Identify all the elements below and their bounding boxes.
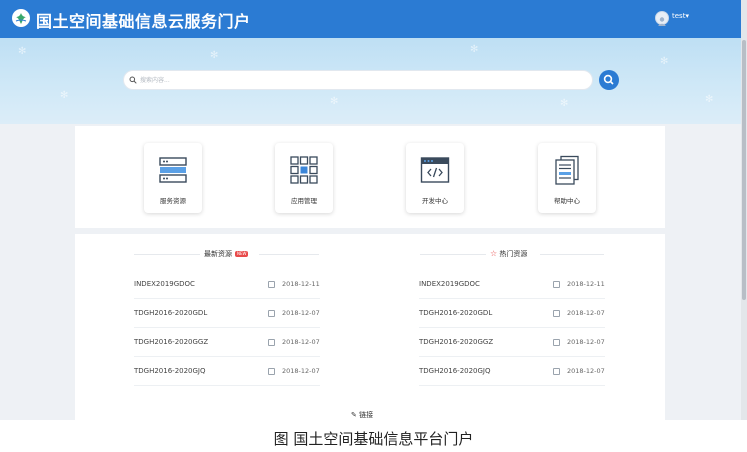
resource-date: 2018-12-07 [567,309,605,317]
hot-list-item[interactable]: TDGH2016-2020GJQ 2018-12-07 [419,357,605,386]
chevron-down-icon: ▾ [685,12,689,20]
header-rule [259,254,319,255]
screenshot: 国土空间基础信息云服务门户 test▾ ✻ ✻ ✻ ✻ ✻ ✻ ✻ ✻ 搜索内容… [0,0,747,420]
resource-date: 2018-12-07 [282,309,320,317]
tile-help-center[interactable]: 帮助中心 [538,143,596,213]
server-icon [159,157,187,183]
snowflake-decoration-icon: ✻ [470,44,479,55]
new-badge: NEW [235,251,249,257]
calendar-icon [268,368,275,375]
top-bar: 国土空间基础信息云服务门户 test▾ [0,0,741,38]
app-title: 国土空间基础信息云服务门户 [36,12,251,31]
grid-icon [290,156,318,184]
search-input[interactable] [140,74,580,87]
tile-service-resources[interactable]: 服务资源 [144,143,202,213]
resource-name: TDGH2016-2020GDL [419,309,493,317]
links-section-title: ✎ 链接 [351,410,373,420]
resource-date: 2018-12-07 [567,367,605,375]
resource-name: TDGH2016-2020GDL [134,309,208,317]
calendar-icon [553,281,560,288]
scrollbar[interactable] [741,0,747,420]
calendar-icon [553,339,560,346]
hero-banner: ✻ ✻ ✻ ✻ ✻ ✻ ✻ ✻ [0,38,741,124]
user-avatar-icon[interactable] [655,11,669,26]
latest-list-item[interactable]: TDGH2016-2020GDL 2018-12-07 [134,299,320,328]
scrollbar-thumb[interactable] [742,40,746,300]
snowflake-decoration-icon: ✻ [705,94,714,105]
resource-name: TDGH2016-2020GGZ [419,338,494,346]
search-icon [129,76,137,84]
hot-list-item[interactable]: TDGH2016-2020GDL 2018-12-07 [419,299,605,328]
tile-label: 帮助中心 [554,197,580,205]
snowflake-decoration-icon: ✻ [210,50,219,61]
calendar-icon [268,310,275,317]
snowflake-decoration-icon: ✻ [60,90,69,101]
resource-date: 2018-12-07 [567,338,605,346]
latest-title-text: 最新资源 [204,250,232,258]
calendar-icon [268,281,275,288]
resource-name: TDGH2016-2020GJQ [134,367,206,375]
hot-resources-title: ☆ 热门资源 [490,249,527,259]
calendar-icon [553,310,560,317]
search-button[interactable] [599,70,619,90]
links-label: 链接 [359,411,374,419]
hot-list-item[interactable]: INDEX2019GDOC 2018-12-11 [419,270,605,299]
user-menu[interactable]: test▾ [672,12,689,20]
hot-list-item[interactable]: TDGH2016-2020GGZ 2018-12-07 [419,328,605,357]
resource-date: 2018-12-07 [282,338,320,346]
resource-date: 2018-12-11 [282,280,320,288]
search-box[interactable] [123,70,593,90]
tile-app-management[interactable]: 应用管理 [275,143,333,213]
calendar-icon [268,339,275,346]
tile-label: 服务资源 [160,197,186,205]
user-name: test [672,12,686,20]
search-icon [603,74,614,85]
star-icon: ☆ [490,249,498,258]
header-rule [134,254,200,255]
logo-icon[interactable] [12,9,30,27]
resource-date: 2018-12-11 [567,280,605,288]
snowflake-decoration-icon: ✻ [330,96,339,107]
snowflake-decoration-icon: ✻ [18,46,27,57]
resource-date: 2018-12-07 [282,367,320,375]
section-divider [75,228,665,234]
header-rule [420,254,486,255]
latest-resources-title: 最新资源 NEW [204,249,249,259]
resource-name: INDEX2019GDOC [419,280,480,288]
tile-label: 应用管理 [291,197,317,205]
code-icon [420,157,450,183]
resource-name: TDGH2016-2020GJQ [419,367,491,375]
tile-label: 开发中心 [422,197,448,205]
resource-name: TDGH2016-2020GGZ [134,338,209,346]
resource-name: INDEX2019GDOC [134,280,195,288]
snowflake-decoration-icon: ✻ [560,98,569,109]
latest-list-item[interactable]: TDGH2016-2020GGZ 2018-12-07 [134,328,320,357]
hot-title-text: 热门资源 [499,250,528,258]
link-icon: ✎ [351,411,357,419]
header-rule [540,254,604,255]
snowflake-decoration-icon: ✻ [660,56,669,67]
tile-developer-center[interactable]: 开发中心 [406,143,464,213]
document-icon [555,155,579,185]
calendar-icon [553,368,560,375]
figure-caption: 图 国土空间基础信息平台门户 [273,430,474,448]
latest-list-item[interactable]: INDEX2019GDOC 2018-12-11 [134,270,320,299]
latest-list-item[interactable]: TDGH2016-2020GJQ 2018-12-07 [134,357,320,386]
